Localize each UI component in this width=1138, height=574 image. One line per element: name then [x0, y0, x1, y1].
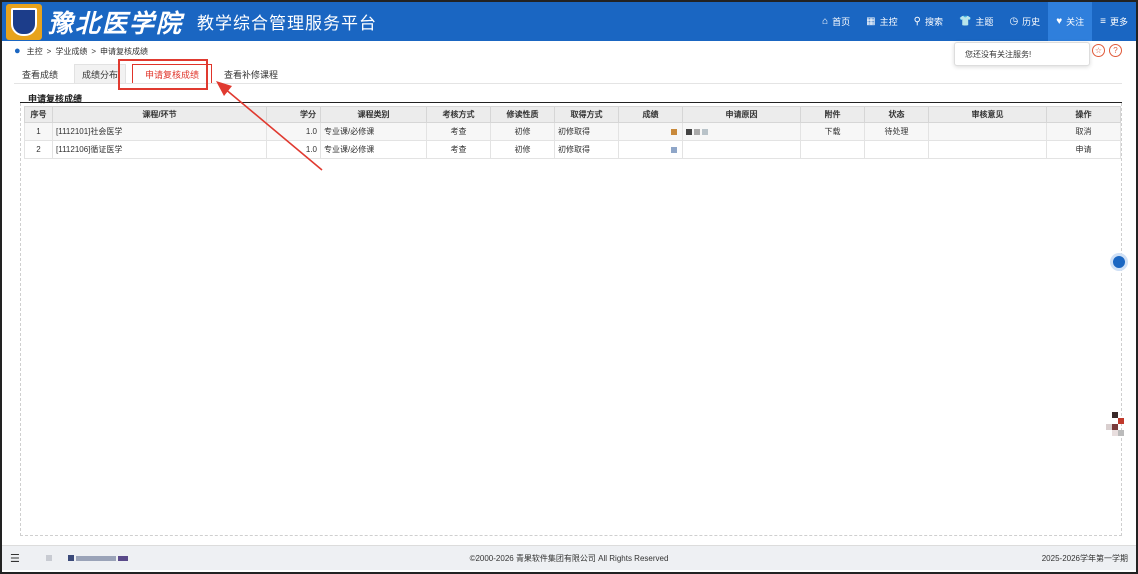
app-header: 豫北医学院 教学综合管理服务平台 ⌂ 首页 ▦ 主控 ⚲ 搜索 👕 主题 ◷ 历史 ♥ 关注…	[2, 2, 1136, 41]
cell-status: 待处理	[864, 122, 929, 141]
cell-nature: 初修	[490, 140, 555, 159]
shirt-icon: 👕	[958, 16, 972, 27]
cell-score-redacted	[618, 122, 683, 141]
breadcrumb-separator: >	[46, 46, 52, 56]
nav-history[interactable]: ◷ 历史	[1001, 2, 1048, 41]
col-exam: 考核方式	[426, 106, 491, 123]
cell-method: 初修取得	[554, 122, 619, 141]
highlight-box	[118, 59, 208, 90]
tab-makeup-courses[interactable]: 查看补修课程	[216, 64, 287, 84]
cell-opinion	[928, 140, 1047, 159]
col-opinion: 审核意见	[928, 106, 1047, 123]
platform-title: 教学综合管理服务平台	[197, 14, 378, 33]
tab-view-grades[interactable]: 查看成绩	[14, 64, 67, 84]
nav-label: 历史	[1022, 17, 1041, 27]
col-credit: 学分	[266, 106, 321, 123]
table-row: 2 [1112106]循证医学 1.0 专业课/必修课 考查 初修 初修取得 申…	[24, 140, 1121, 159]
cell-opinion	[928, 122, 1047, 141]
nav-label: 首页	[832, 17, 851, 27]
cell-credit: 1.0	[266, 122, 321, 141]
cell-exam: 考查	[426, 122, 491, 141]
col-course: 课程/环节	[52, 106, 267, 123]
star-icon[interactable]: ☆	[1092, 44, 1105, 57]
cell-reason-redacted	[682, 122, 801, 141]
help-icon[interactable]: ?	[1109, 44, 1122, 57]
apply-link[interactable]: 申请	[1046, 140, 1121, 159]
nav-label: 主控	[879, 17, 898, 27]
app-footer: ☰ ©2000-2026 青果软件集团有限公司 All Rights Reser…	[2, 545, 1136, 570]
breadcrumb-item-grades[interactable]: 学业成绩	[55, 46, 87, 57]
copyright: ©2000-2026 青果软件集团有限公司 All Rights Reserve…	[469, 553, 669, 563]
col-method: 取得方式	[554, 106, 619, 123]
table-header-row: 序号 课程/环节 学分 课程类别 考核方式 修读性质 取得方式 成绩 申请原因 …	[24, 106, 1121, 123]
table-row: 1 [1112101]社会医学 1.0 专业课/必修课 考查 初修 初修取得 下…	[24, 122, 1121, 141]
nav-home[interactable]: ⌂ 首页	[814, 2, 858, 41]
nav-main-control[interactable]: ▦ 主控	[858, 2, 905, 41]
cell-credit: 1.0	[266, 140, 321, 159]
cell-status	[864, 140, 929, 159]
nav-label: 搜索	[924, 17, 943, 27]
cell-course: [1112106]循证医学	[52, 140, 267, 159]
grid-icon: ▦	[866, 16, 876, 27]
cell-score-redacted	[618, 140, 683, 159]
nav-follow[interactable]: ♥ 关注	[1048, 2, 1093, 41]
cell-index: 1	[24, 122, 53, 141]
nav-label: 更多	[1109, 17, 1128, 27]
follow-popup: 您还没有关注服务!	[954, 42, 1090, 66]
col-action: 操作	[1046, 106, 1121, 123]
content-area	[20, 103, 1122, 536]
breadcrumb: ● 主控 > 学业成绩 > 申请复核成绩	[14, 44, 152, 58]
home-icon: ⌂	[822, 16, 829, 27]
top-right-icons: ☆ ?	[1092, 44, 1122, 57]
col-status: 状态	[864, 106, 929, 123]
cell-attachment	[800, 140, 865, 159]
location-pin-icon: ●	[14, 45, 21, 57]
chat-float-button[interactable]	[1110, 253, 1128, 271]
redacted-avatar	[1106, 412, 1124, 442]
breadcrumb-separator: >	[91, 46, 96, 56]
cell-index: 2	[24, 140, 53, 159]
cell-reason	[682, 140, 801, 159]
cell-nature: 初修	[490, 122, 555, 141]
clock-icon: ◷	[1009, 16, 1019, 27]
nav-search[interactable]: ⚲ 搜索	[906, 2, 951, 41]
col-nature: 修读性质	[490, 106, 555, 123]
cell-attachment-download[interactable]: 下载	[800, 122, 865, 141]
cell-exam: 考查	[426, 140, 491, 159]
nav-theme[interactable]: 👕 主题	[951, 2, 1001, 41]
cancel-link[interactable]: 取消	[1046, 122, 1121, 141]
col-index: 序号	[24, 106, 53, 123]
col-attachment: 附件	[800, 106, 865, 123]
top-nav: ⌂ 首页 ▦ 主控 ⚲ 搜索 👕 主题 ◷ 历史 ♥ 关注 ≡ 更多	[814, 2, 1136, 41]
menu-icon: ≡	[1100, 16, 1106, 27]
school-logo-icon	[6, 3, 42, 40]
nav-label: 主题	[975, 17, 994, 27]
popup-text: 您还没有关注服务!	[965, 49, 1032, 59]
col-score: 成绩	[618, 106, 683, 123]
nav-label: 关注	[1066, 17, 1085, 27]
review-table: 序号 课程/环节 学分 课程类别 考核方式 修读性质 取得方式 成绩 申请原因 …	[24, 106, 1121, 159]
nav-more[interactable]: ≡ 更多	[1092, 2, 1136, 41]
col-category: 课程类别	[320, 106, 427, 123]
breadcrumb-item-current: 申请复核成绩	[100, 46, 148, 56]
breadcrumb-item-main[interactable]: 主控	[27, 46, 43, 57]
cell-course: [1112101]社会医学	[52, 122, 267, 141]
search-icon: ⚲	[913, 16, 921, 27]
cell-method: 初修取得	[554, 140, 619, 159]
cell-category: 专业课/必修课	[320, 140, 427, 159]
cell-category: 专业课/必修课	[320, 122, 427, 141]
academic-term: 2025-2026学年第一学期	[1041, 553, 1128, 563]
heart-icon: ♥	[1056, 16, 1063, 27]
brand-name: 豫北医学院	[48, 8, 184, 38]
col-reason: 申请原因	[682, 106, 801, 123]
